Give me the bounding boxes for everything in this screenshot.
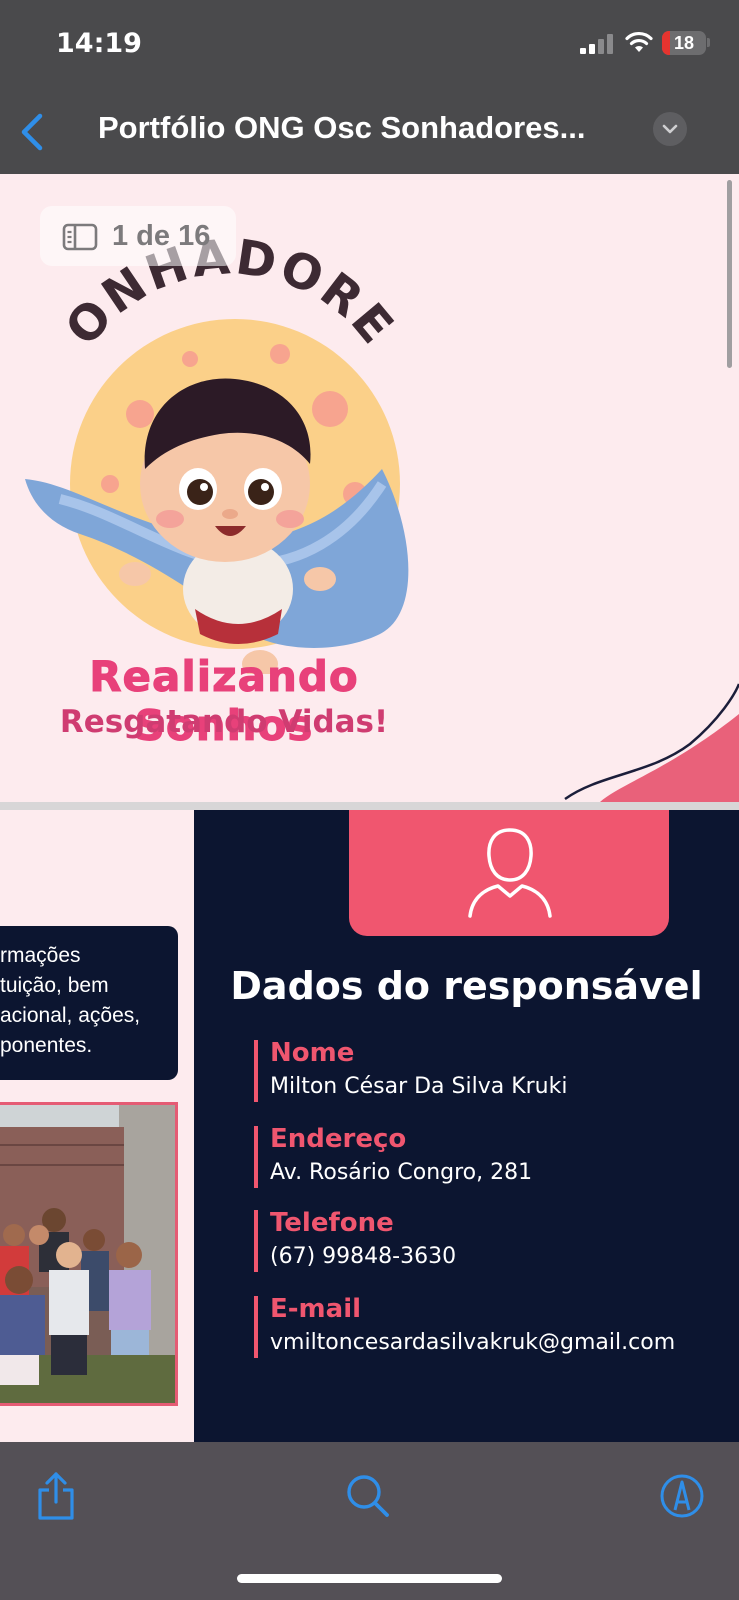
scrollbar-thumb[interactable] bbox=[727, 180, 732, 368]
info-line: rmações bbox=[0, 944, 81, 967]
page-indicator[interactable]: 1 de 16 bbox=[40, 206, 236, 266]
markup-pen-icon[interactable] bbox=[658, 1470, 706, 1522]
pdf-page-2[interactable]: rmações tuição, bem acional, ações, pone… bbox=[0, 810, 739, 1442]
page-indicator-text: 1 de 16 bbox=[112, 220, 211, 252]
status-bar: 14:19 18 bbox=[0, 0, 739, 90]
title-menu-button[interactable] bbox=[653, 112, 687, 146]
battery-tip bbox=[707, 38, 710, 47]
share-icon[interactable] bbox=[32, 1470, 80, 1522]
person-icon bbox=[468, 828, 552, 918]
search-icon[interactable] bbox=[344, 1470, 392, 1522]
children-group-photo bbox=[0, 1102, 178, 1406]
field-accent-bar bbox=[254, 1126, 258, 1188]
field-label: E-mail bbox=[270, 1294, 362, 1324]
battery-icon: 18 bbox=[662, 31, 706, 55]
cellular-signal-icon bbox=[580, 34, 616, 54]
field-accent-bar bbox=[254, 1040, 258, 1102]
nav-bar: Portfólio ONG Osc Sonhadores... bbox=[0, 90, 739, 174]
battery-level: 18 bbox=[673, 33, 695, 53]
left-column: rmações tuição, bem acional, ações, pone… bbox=[0, 810, 194, 1442]
field-value: vmiltoncesardasilvakruk@gmail.com bbox=[270, 1330, 676, 1355]
home-indicator[interactable] bbox=[237, 1574, 502, 1583]
field-value: Av. Rosário Congro, 281 bbox=[270, 1160, 533, 1185]
section-title: Dados do responsável bbox=[230, 964, 703, 1008]
info-line: acional, ações, bbox=[0, 1004, 141, 1027]
wifi-icon bbox=[625, 31, 653, 52]
sidebar-icon bbox=[62, 223, 98, 251]
page-separator bbox=[0, 802, 739, 810]
field-accent-bar bbox=[254, 1210, 258, 1272]
slogan-line-2: Resgatando Vidas! bbox=[59, 704, 389, 740]
field-accent-bar bbox=[254, 1296, 258, 1358]
avatar-card bbox=[349, 810, 669, 936]
info-line: tuição, bem bbox=[0, 974, 109, 997]
field-label: Endereço bbox=[270, 1124, 407, 1154]
back-button[interactable] bbox=[14, 110, 50, 154]
info-line: ponentes. bbox=[0, 1034, 93, 1057]
screen: 14:19 18 Portfólio ONG Osc Sonhadores... bbox=[0, 0, 739, 1600]
status-time: 14:19 bbox=[56, 28, 142, 59]
sonhadores-logo: SONHADORES bbox=[20, 234, 409, 674]
photo-image bbox=[0, 1105, 175, 1403]
info-box: rmações tuição, bem acional, ações, pone… bbox=[0, 926, 178, 1080]
field-label: Nome bbox=[270, 1038, 355, 1068]
document-title[interactable]: Portfólio ONG Osc Sonhadores... bbox=[98, 110, 628, 146]
field-value: (67) 99848-3630 bbox=[270, 1244, 457, 1269]
pdf-page-1[interactable]: SONHADORES Realizando Sonhos bbox=[0, 174, 739, 802]
corner-wave-decoration bbox=[564, 683, 739, 802]
field-label: Telefone bbox=[270, 1208, 394, 1238]
chevron-down-icon bbox=[662, 124, 678, 134]
responsible-data-panel: Dados do responsável Nome Milton César D… bbox=[194, 810, 739, 1442]
field-value: Milton César Da Silva Kruki bbox=[270, 1074, 568, 1099]
